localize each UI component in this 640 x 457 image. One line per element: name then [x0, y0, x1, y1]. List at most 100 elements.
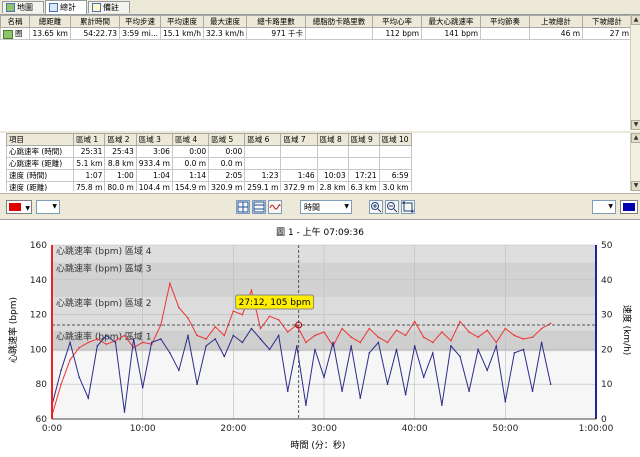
zones-column-header[interactable]: 區域 3 — [135, 133, 173, 146]
fit-button[interactable] — [401, 200, 415, 214]
x-tick-label: 10:00 — [130, 424, 156, 434]
zoom-in-button[interactable] — [369, 200, 383, 214]
summary-column-header[interactable]: 平均速度 — [159, 15, 205, 28]
zones-cell: 3:06 — [135, 145, 173, 158]
speed-point — [314, 348, 316, 351]
zones-cell: 259.1 m — [244, 181, 282, 191]
zones-cell: 6.3 km — [347, 181, 380, 191]
heart-rate-point — [78, 346, 80, 349]
summary-column-header[interactable]: 下坡總計 — [582, 15, 630, 28]
hr-color-picker[interactable]: ▼ — [6, 200, 32, 214]
tab-summary[interactable]: 總計 — [45, 0, 87, 14]
heart-rate-point — [141, 341, 144, 344]
heart-rate-point — [341, 327, 343, 330]
speed-point — [441, 404, 443, 406]
hr-zone-label: 心跳速率 (bpm) 區域 1 — [56, 330, 152, 342]
speed-color-picker[interactable] — [620, 200, 638, 214]
zones-column-header[interactable]: 區域 9 — [347, 133, 380, 146]
speed-line-style-dropdown[interactable]: ▼ — [592, 200, 616, 214]
speed-point — [123, 411, 126, 413]
heart-rate-speed-chart[interactable]: 心跳速率 (bpm) 區域 1 心跳速率 (bpm) 區域 2 心跳速率 (bpm)… — [0, 220, 640, 455]
zones-scrollbar[interactable]: ▲ ▼ — [630, 133, 640, 191]
heart-rate-point — [386, 341, 389, 344]
zones-cell: 3.0 km — [378, 181, 412, 191]
speed-point — [141, 386, 144, 389]
summary-column-header[interactable]: 總脂肪卡路里數 — [305, 15, 374, 28]
zones-cell — [347, 157, 380, 170]
scroll-down-button[interactable]: ▼ — [631, 181, 640, 191]
heart-rate-point — [377, 336, 380, 339]
summary-table: 名稱 總距離 累計時間 平均步速 平均速度 最大速度 總卡路里數 總脂肪卡路里數 平均心率 最大心… — [0, 15, 630, 40]
table-row: 心跳速率 (時間) 25:31 25:43 3:06 0:00 0:00 — [6, 145, 412, 158]
smoothing-button[interactable] — [268, 200, 282, 214]
summary-column-header[interactable]: 最大心跳速率 — [421, 15, 482, 28]
zones-column-header[interactable]: 區域 5 — [208, 133, 246, 146]
zones-column-header[interactable]: 區域 6 — [244, 133, 282, 146]
speed-point — [286, 390, 289, 392]
summary-column-header[interactable]: 平均步速 — [119, 15, 161, 28]
zoom-out-button[interactable] — [385, 200, 399, 214]
table-icon — [49, 3, 58, 12]
heart-rate-point — [395, 329, 398, 332]
scroll-down-button[interactable]: ▼ — [631, 120, 640, 130]
speed-point — [105, 334, 108, 337]
hr-zone-label: 心跳速率 (bpm) 區域 3 — [56, 262, 152, 274]
zones-column-header[interactable]: 區域 10 — [378, 133, 412, 146]
summary-column-header[interactable]: 總卡路里數 — [246, 15, 307, 28]
heart-rate-point — [105, 343, 108, 345]
speed-point — [305, 404, 307, 406]
x-axis-select[interactable]: 時間 ▼ — [300, 200, 352, 214]
heart-rate-point — [205, 338, 207, 340]
speed-point — [250, 327, 253, 330]
heart-rate-point — [513, 334, 516, 337]
zones-cell: 933.4 m — [135, 157, 173, 170]
zones-column-header[interactable]: 項目 — [6, 133, 74, 146]
heart-rate-point — [305, 341, 307, 344]
speed-point — [377, 341, 380, 344]
summary-column-header[interactable]: 累計時間 — [70, 15, 120, 28]
right-tick-label: 20 — [601, 345, 613, 355]
grid-button[interactable] — [236, 200, 250, 214]
speed-point — [196, 383, 198, 385]
summary-cell: 3:59 mi... — [119, 27, 161, 40]
speed-point — [522, 348, 525, 351]
summary-column-header[interactable]: 最大速度 — [203, 15, 248, 28]
zones-button[interactable] — [252, 200, 266, 214]
summary-column-header[interactable]: 名稱 — [0, 15, 30, 28]
zones-column-header[interactable]: 區域 1 — [72, 133, 106, 146]
summary-scrollbar[interactable]: ▲ ▼ — [630, 15, 640, 130]
heart-rate-point — [368, 327, 371, 330]
tab-summary-label: 總計 — [60, 3, 76, 12]
tab-notes[interactable]: 備註 — [88, 1, 130, 13]
left-tick-label: 140 — [30, 276, 47, 286]
speed-point — [178, 369, 180, 372]
summary-cell — [480, 27, 531, 40]
scroll-up-button[interactable]: ▲ — [631, 15, 640, 25]
right-axis-title: 速度 (km/h) — [621, 305, 633, 356]
heart-rate-point — [160, 324, 162, 326]
zones-cell — [280, 157, 318, 170]
speed-point — [459, 355, 461, 358]
zones-cell — [244, 157, 282, 170]
speed-point — [422, 376, 425, 379]
left-tick-label: 160 — [30, 241, 47, 251]
zones-cell: 0.0 m — [171, 157, 210, 170]
zones-column-header[interactable]: 區域 7 — [280, 133, 318, 146]
zones-column-header[interactable]: 區域 8 — [316, 133, 349, 146]
summary-column-header[interactable]: 總距離 — [29, 15, 71, 28]
speed-point — [296, 345, 298, 347]
zones-column-header[interactable]: 區域 2 — [104, 133, 137, 146]
summary-column-header[interactable]: 平均節奏 — [480, 15, 531, 28]
tab-map[interactable]: 地圖 — [2, 1, 44, 13]
zoom-in-icon — [371, 202, 382, 213]
tooltip-text: 27:12, 105 bpm — [239, 298, 311, 308]
hr-line-style-dropdown[interactable]: ▼ — [36, 200, 60, 214]
speed-point — [96, 345, 99, 347]
grid-icon — [237, 201, 249, 213]
zones-cell — [316, 145, 349, 158]
zones-column-header[interactable]: 區域 4 — [171, 133, 210, 146]
zones-cell: 1:07 — [72, 169, 106, 182]
scroll-up-button[interactable]: ▲ — [631, 133, 640, 143]
summary-column-header[interactable]: 平均心率 — [372, 15, 423, 28]
summary-column-header[interactable]: 上坡總計 — [529, 15, 584, 28]
